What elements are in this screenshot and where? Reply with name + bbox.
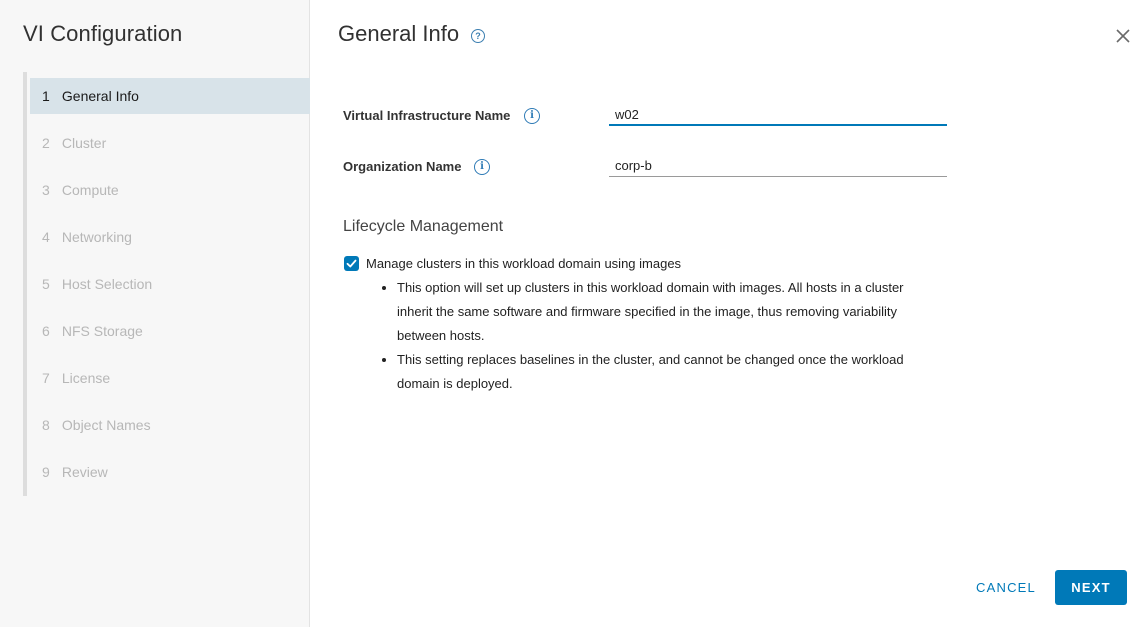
- step-host-selection[interactable]: 5 Host Selection: [30, 266, 310, 302]
- list-item: This option will set up clusters in this…: [397, 276, 937, 348]
- step-number: 1: [42, 88, 50, 104]
- question-circle-icon[interactable]: ?: [471, 29, 485, 43]
- step-number: 9: [42, 464, 50, 480]
- manage-images-checkbox[interactable]: [344, 256, 359, 271]
- step-label: General Info: [61, 88, 139, 104]
- cancel-button[interactable]: CANCEL: [966, 570, 1046, 605]
- step-list: 1 General Info 2 Cluster 3 Compute 4 Net…: [23, 72, 310, 496]
- vi-name-label: Virtual Infrastructure Name: [343, 108, 511, 123]
- step-label: Object Names: [61, 417, 151, 433]
- step-compute[interactable]: 3 Compute: [30, 172, 310, 208]
- list-item: This setting replaces baselines in the c…: [397, 348, 937, 396]
- step-object-names[interactable]: 8 Object Names: [30, 407, 310, 443]
- checkmark-icon: [346, 259, 357, 268]
- step-label: Cluster: [61, 135, 107, 151]
- wizard-title: VI Configuration: [23, 21, 183, 46]
- step-networking[interactable]: 4 Networking: [30, 219, 310, 255]
- vi-name-input[interactable]: [609, 104, 947, 126]
- step-label: Compute: [61, 182, 119, 198]
- info-icon[interactable]: i: [474, 159, 490, 175]
- org-name-label: Organization Name: [343, 159, 462, 174]
- next-button[interactable]: NEXT: [1055, 570, 1127, 605]
- step-general-info[interactable]: 1 General Info: [30, 78, 310, 114]
- step-number: 5: [42, 276, 50, 292]
- step-label: Review: [61, 464, 108, 480]
- info-icon[interactable]: i: [524, 108, 540, 124]
- wizard-sidebar: VI Configuration 1 General Info 2 Cluste…: [0, 0, 310, 627]
- step-number: 4: [42, 229, 50, 245]
- step-license[interactable]: 7 License: [30, 360, 310, 396]
- step-number: 6: [42, 323, 50, 339]
- step-number: 8: [42, 417, 50, 433]
- step-number: 2: [42, 135, 50, 151]
- lifecycle-notes: This option will set up clusters in this…: [376, 276, 937, 396]
- step-label: Networking: [61, 229, 132, 245]
- step-number: 3: [42, 182, 50, 198]
- lifecycle-section-title: Lifecycle Management: [343, 218, 504, 235]
- step-nfs-storage[interactable]: 6 NFS Storage: [30, 313, 310, 349]
- step-label: Host Selection: [61, 276, 153, 292]
- step-label: License: [61, 370, 111, 386]
- step-label: NFS Storage: [61, 323, 143, 339]
- step-cluster[interactable]: 2 Cluster: [30, 125, 310, 161]
- close-icon[interactable]: [1114, 27, 1132, 45]
- step-review[interactable]: 9 Review: [30, 454, 310, 490]
- page-title: General Info: [338, 21, 460, 46]
- org-name-input[interactable]: [609, 155, 947, 177]
- manage-images-label: Manage clusters in this workload domain …: [366, 256, 682, 271]
- step-number: 7: [42, 370, 50, 386]
